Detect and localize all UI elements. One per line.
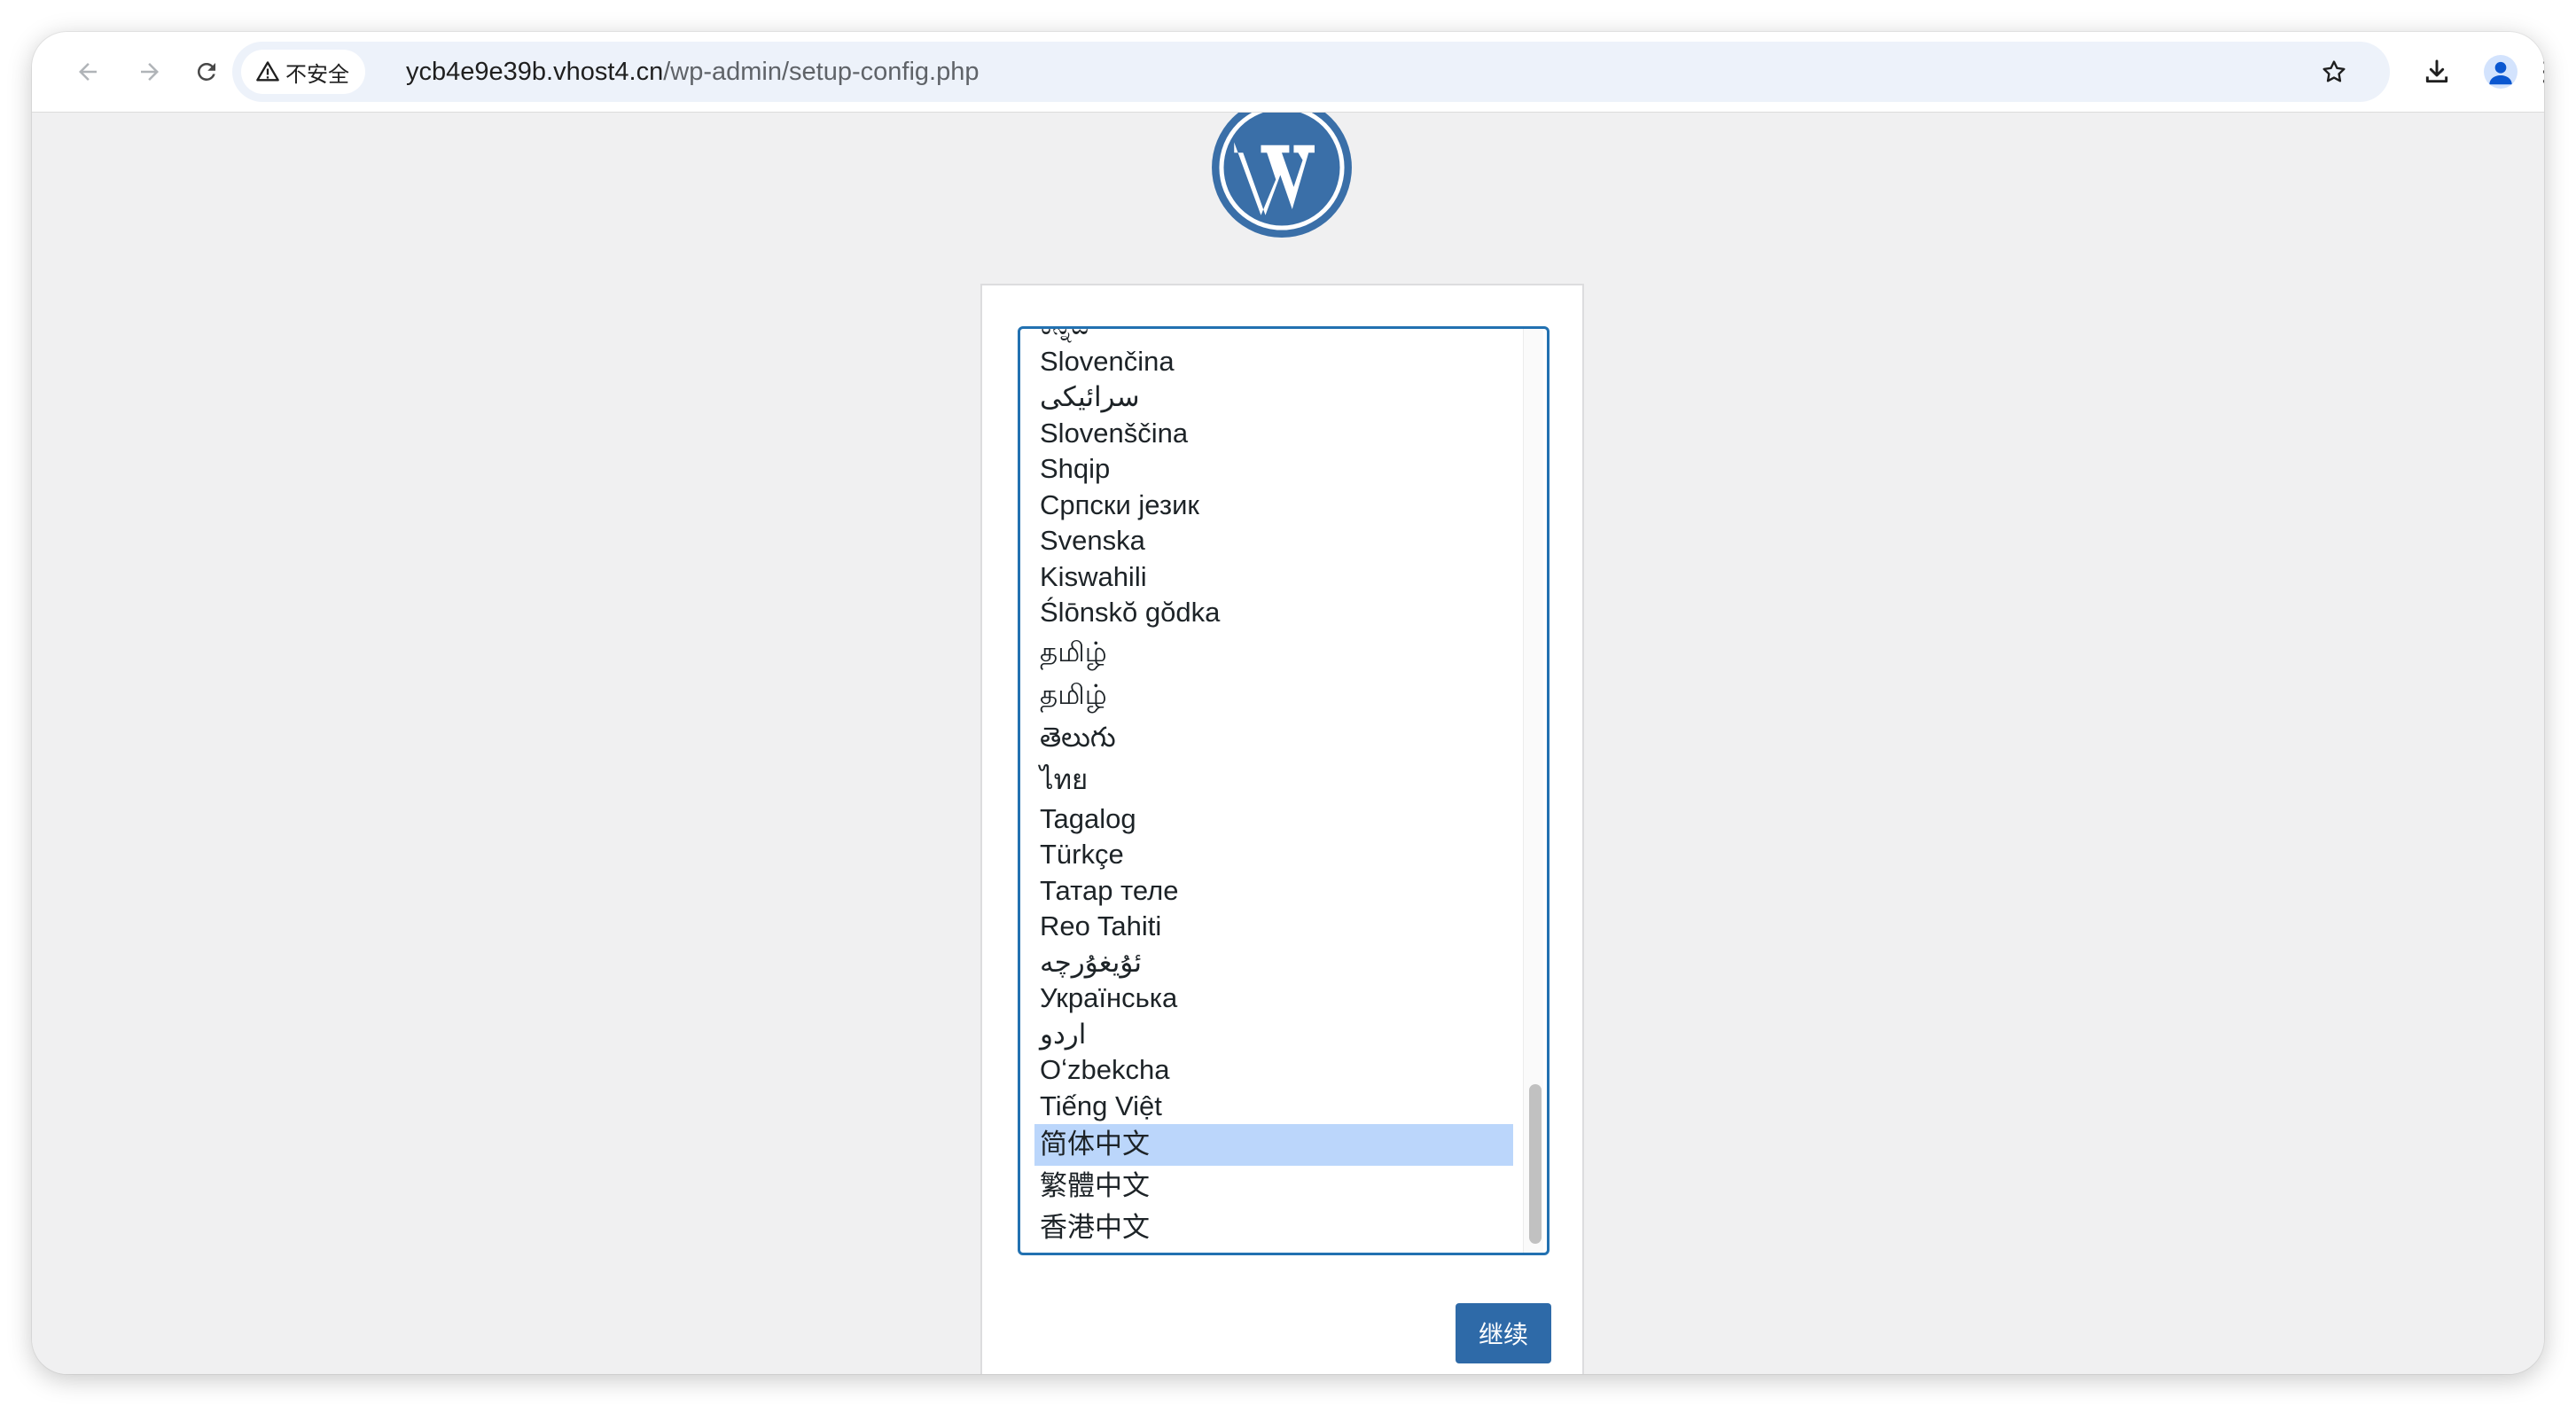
language-option[interactable]: Svenska (1034, 523, 1513, 559)
language-option[interactable]: Reo Tahiti (1034, 909, 1513, 945)
reload-button[interactable] (186, 51, 227, 92)
forward-button[interactable] (129, 51, 170, 92)
language-option[interactable]: Slovenčina (1034, 344, 1513, 380)
scrollbar-thumb[interactable] (1529, 1084, 1542, 1244)
url-host: ycb4e9e39b.vhost4.cn (406, 58, 664, 86)
language-option[interactable]: Slovenščina (1034, 416, 1513, 452)
language-option[interactable]: தமிழ் (1034, 674, 1513, 716)
language-option[interactable]: తెలుగు (1034, 716, 1513, 759)
language-select[interactable]: ಕನ್ನಡSlovenčinaسرائیکیSlovenščinaShqipСр… (1018, 326, 1550, 1255)
language-option[interactable]: 香港中文 (1034, 1207, 1513, 1249)
page-content: ಕನ್ನಡSlovenčinaسرائیکیSlovenščinaShqipСр… (32, 113, 2544, 1374)
language-option[interactable]: Українська (1034, 980, 1513, 1017)
avatar (2484, 55, 2517, 89)
continue-button[interactable]: 继续 (1456, 1303, 1551, 1363)
arrow-right-icon (141, 63, 159, 81)
language-option[interactable]: Türkçe (1034, 837, 1513, 873)
browser-window: 不安全 ycb4e9e39b.vhost4.cn/wp-admin/setup-… (32, 32, 2544, 1374)
language-option[interactable]: Татар теле (1034, 873, 1513, 910)
kebab-menu-icon (2543, 60, 2544, 83)
language-option[interactable]: 简体中文 (1034, 1124, 1513, 1166)
wordpress-logo-icon (1212, 113, 1352, 238)
language-option[interactable]: Tiếng Việt (1034, 1089, 1513, 1125)
security-label: 不安全 (285, 61, 349, 87)
star-icon (2322, 60, 2346, 82)
language-option[interactable]: Oʻzbekcha (1034, 1052, 1513, 1089)
language-option[interactable]: Tagalog (1034, 801, 1513, 838)
back-button[interactable] (67, 51, 108, 92)
security-chip[interactable]: 不安全 (241, 50, 365, 94)
language-option[interactable]: Ślōnskŏ gŏdka (1034, 595, 1513, 631)
downloads-button[interactable] (2416, 51, 2457, 92)
url-path: /wp-admin/setup-config.php (663, 58, 980, 86)
language-list: ಕನ್ನಡSlovenčinaسرائیکیSlovenščinaShqipСр… (1034, 329, 1513, 1249)
browser-toolbar: 不安全 ycb4e9e39b.vhost4.cn/wp-admin/setup-… (32, 32, 2544, 113)
address-bar[interactable]: 不安全 ycb4e9e39b.vhost4.cn/wp-admin/setup-… (232, 42, 2390, 102)
profile-button[interactable] (2480, 51, 2521, 92)
menu-button[interactable] (2537, 51, 2544, 92)
reload-icon (198, 63, 215, 81)
language-option[interactable]: 繁體中文 (1034, 1166, 1513, 1207)
language-option[interactable]: ไทย (1034, 759, 1513, 801)
warning-icon (256, 61, 279, 82)
language-option[interactable]: Shqip (1034, 451, 1513, 488)
url-text[interactable]: ycb4e9e39b.vhost4.cn/wp-admin/setup-conf… (406, 42, 979, 102)
bookmark-button[interactable] (2314, 51, 2354, 92)
language-option[interactable]: سرائیکی (1034, 379, 1513, 416)
language-option[interactable]: தமிழ் (1034, 631, 1513, 674)
arrow-left-icon (79, 63, 97, 81)
download-icon (2425, 59, 2448, 83)
language-option[interactable]: ئۇيغۇرچە (1034, 945, 1513, 981)
language-option[interactable]: اردو (1034, 1017, 1513, 1053)
language-option[interactable]: ಕನ್ನಡ (1034, 329, 1513, 344)
language-option[interactable]: Kiswahili (1034, 559, 1513, 596)
setup-card: ಕನ್ನಡSlovenčinaسرائیکیSlovenščinaShqipСр… (980, 284, 1584, 1374)
person-icon (2489, 61, 2512, 85)
language-option[interactable]: Српски језик (1034, 488, 1513, 524)
